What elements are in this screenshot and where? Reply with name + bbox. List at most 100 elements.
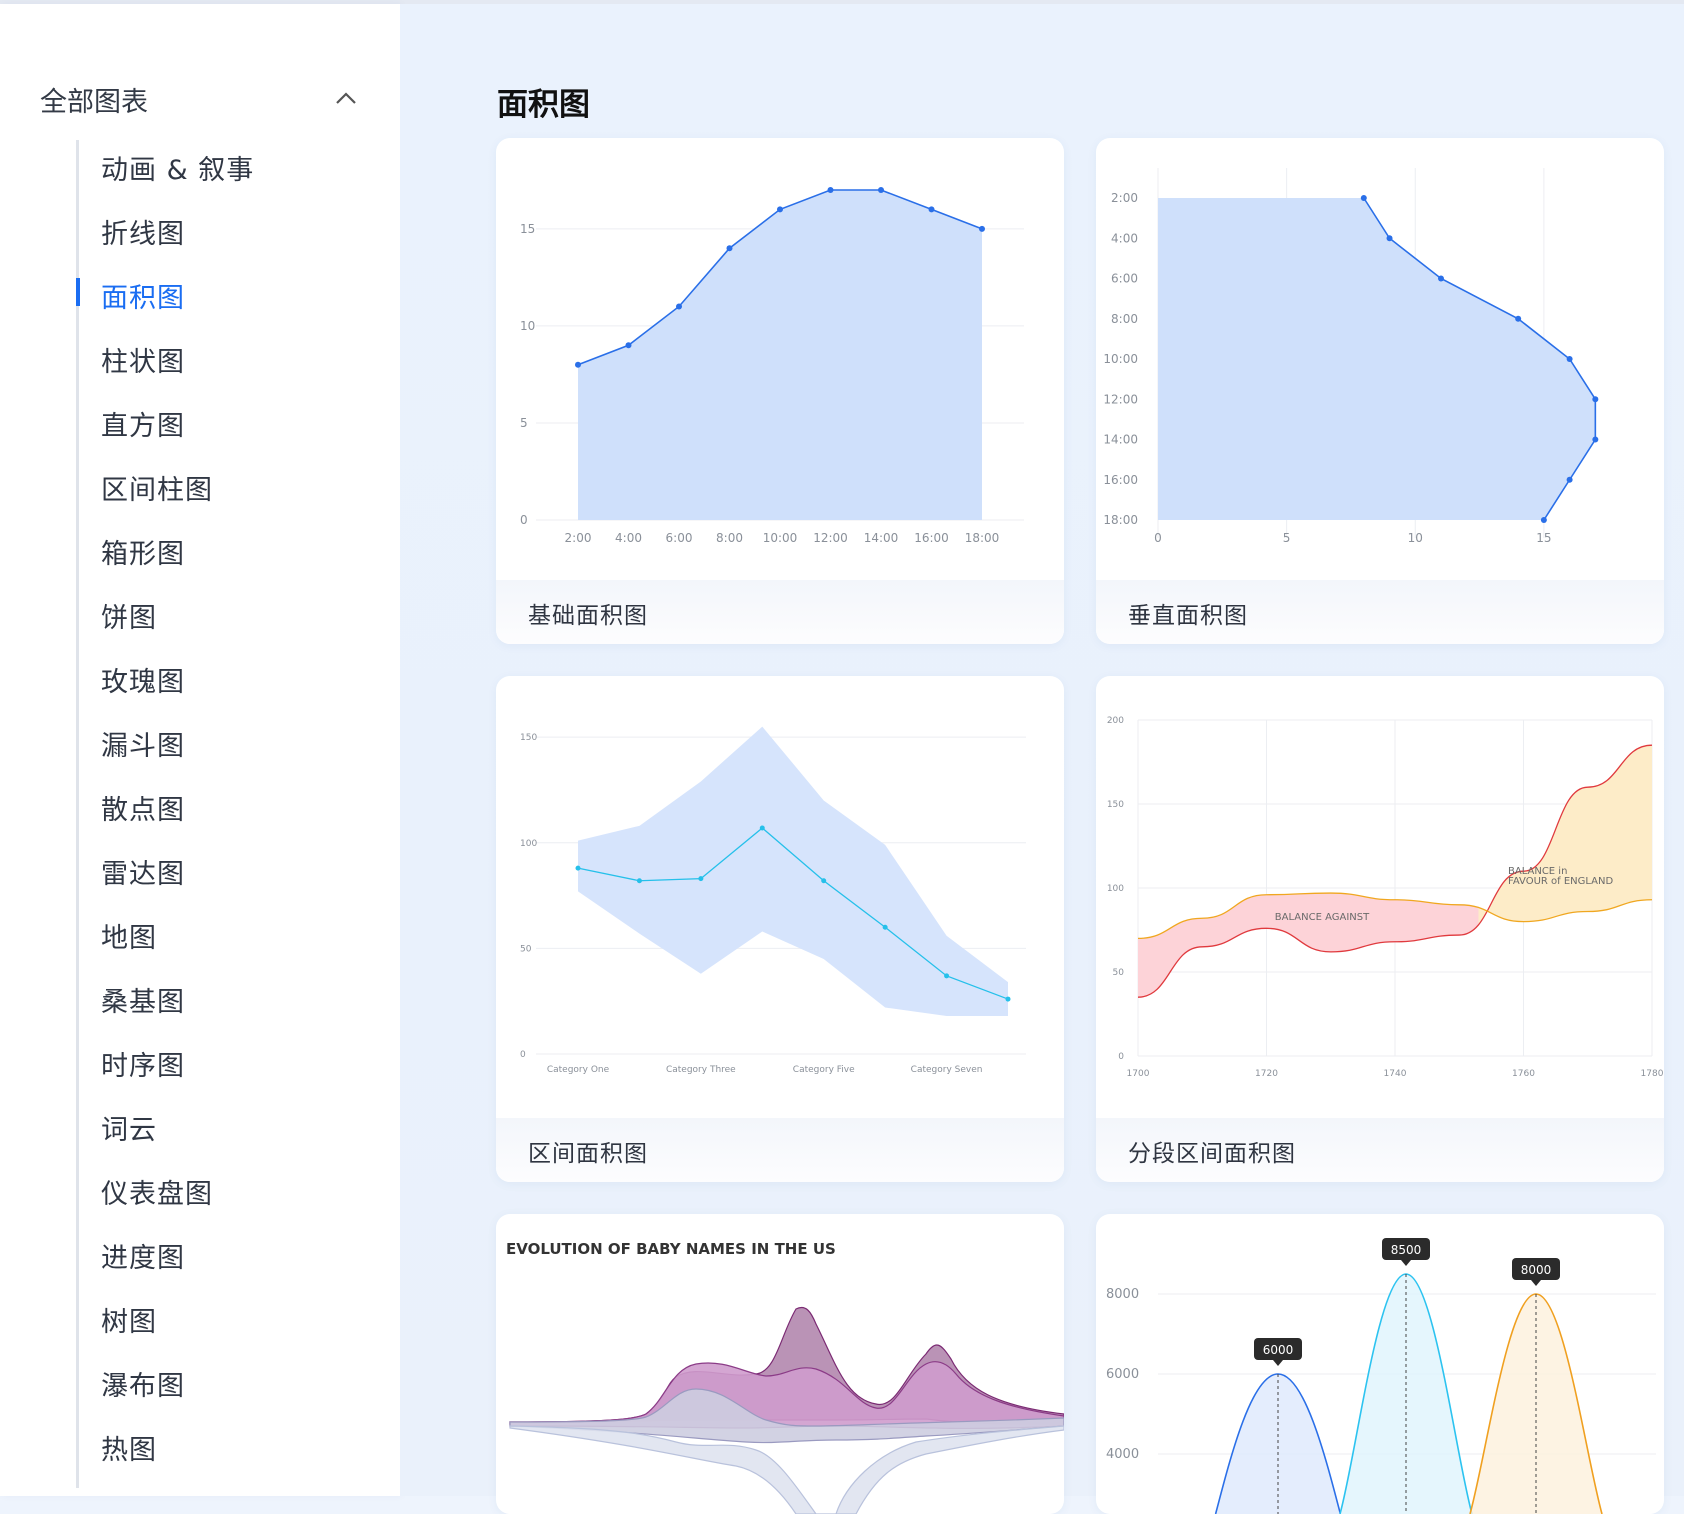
sidebar-item-19[interactable]: 瀑布图 xyxy=(79,1356,379,1406)
card-caption: 基础面积图 xyxy=(496,580,1064,644)
card-caption-text: 垂直面积图 xyxy=(1128,603,1248,629)
y-tick-label: 8:00 xyxy=(1111,312,1138,326)
card-segmented-range-area[interactable]: 0 50 100 150 200 1700 1720 1740 1760 1780 BALANCE … xyxy=(1096,676,1664,1182)
sidebar-item-label: 直方图 xyxy=(101,411,185,442)
data-point xyxy=(1515,315,1522,322)
sidebar-item-9[interactable]: 漏斗图 xyxy=(79,716,379,766)
sidebar-item-label: 面积图 xyxy=(101,283,185,314)
sidebar-item-label: 时序图 xyxy=(101,1051,185,1082)
card-vertical-area[interactable]: 0 5 10 15 2:00 4:00 6:00 8:00 10:00 12:00 14:00 16:… xyxy=(1096,138,1664,644)
data-point xyxy=(821,878,827,884)
card-range-area[interactable]: 0 50 100 150 Category One Category Three Categ… xyxy=(496,676,1064,1182)
sidebar-item-12[interactable]: 地图 xyxy=(79,908,379,958)
data-point xyxy=(1566,356,1573,362)
x-tick-label: 12:00 xyxy=(813,531,848,545)
y-tick-label: 15 xyxy=(520,222,535,236)
card-caption-text: 区间面积图 xyxy=(528,1141,648,1167)
data-point xyxy=(928,206,935,213)
sidebar-item-10[interactable]: 散点图 xyxy=(79,780,379,830)
sidebar-item-14[interactable]: 时序图 xyxy=(79,1036,379,1086)
vertical-area-chart: 0 5 10 15 2:00 4:00 6:00 8:00 10:00 12:00 14:00 16:… xyxy=(1103,168,1599,545)
card-streamgraph[interactable]: EVOLUTION OF BABY NAMES IN THE US xyxy=(496,1214,1064,1514)
x-tick-label: 5 xyxy=(1283,531,1291,545)
sidebar-item-0[interactable]: 动画 & 叙事 xyxy=(79,140,379,190)
sidebar-item-3[interactable]: 柱状图 xyxy=(79,332,379,382)
sidebar: 全部图表 动画 & 叙事 折线图面积图柱状图直方图区间柱图箱形图饼图玫瑰图漏斗图散… xyxy=(0,4,400,1496)
data-point xyxy=(676,303,682,310)
stream-layer xyxy=(509,1361,1064,1429)
y-tick-label: 16:00 xyxy=(1103,473,1138,487)
sidebar-item-label: 漏斗图 xyxy=(101,731,185,762)
sidebar-item-4[interactable]: 直方图 xyxy=(79,396,379,446)
x-tick-label: 15 xyxy=(1536,531,1551,545)
x-tick-label: 1760 xyxy=(1512,1069,1535,1079)
x-tick-label: 1780 xyxy=(1641,1069,1664,1079)
x-tick-label: 2:00 xyxy=(565,531,592,545)
sidebar-item-8[interactable]: 玫瑰图 xyxy=(79,652,379,702)
sidebar-item-label: 桑基图 xyxy=(101,987,185,1018)
area-fill xyxy=(1158,198,1596,520)
tooltip-arrow xyxy=(1273,1360,1283,1366)
card-peaks-area[interactable]: 4000 6000 8000 6000 8500 8000 xyxy=(1096,1214,1664,1514)
y-tick-label: 6:00 xyxy=(1111,272,1138,286)
y-tick-label: 0 xyxy=(520,513,528,527)
x-tick-label: Category Three xyxy=(666,1065,736,1075)
x-tick-label: 10:00 xyxy=(763,531,798,545)
sidebar-header-all-charts[interactable]: 全部图表 xyxy=(40,76,360,120)
y-tick-label: 12:00 xyxy=(1103,392,1138,406)
y-tick-label: 0 xyxy=(1118,1052,1124,1062)
data-point xyxy=(979,225,985,232)
data-point xyxy=(944,973,950,979)
data-point xyxy=(1592,396,1599,403)
x-tick-label: 18:00 xyxy=(965,531,1000,545)
data-point xyxy=(1386,235,1393,242)
sidebar-item-18[interactable]: 树图 xyxy=(79,1292,379,1342)
peaks-area-chart: 4000 6000 8000 6000 8500 8000 xyxy=(1106,1238,1656,1514)
sidebar-item-label: 词云 xyxy=(101,1115,157,1146)
data-point xyxy=(878,187,884,193)
y-tick-label: 6000 xyxy=(1106,1367,1139,1382)
data-point xyxy=(882,924,888,930)
sidebar-item-label: 动画 & 叙事 xyxy=(101,155,255,186)
sidebar-item-1[interactable]: 折线图 xyxy=(79,204,379,254)
y-tick-label: 150 xyxy=(1107,800,1124,810)
card-caption-text: 基础面积图 xyxy=(528,603,648,629)
sidebar-list: 动画 & 叙事 折线图面积图柱状图直方图区间柱图箱形图饼图玫瑰图漏斗图散点图雷达图… xyxy=(76,140,389,1488)
data-point xyxy=(1592,436,1599,443)
data-point xyxy=(759,825,765,831)
sidebar-item-label: 散点图 xyxy=(101,795,185,826)
y-tick-label: 100 xyxy=(1107,884,1124,894)
y-tick-label: 14:00 xyxy=(1103,433,1138,447)
card-basic-area[interactable]: 0 5 10 15 2:00 4:00 6:00 8:00 10:00 12:00 14:00 16:… xyxy=(496,138,1064,644)
sidebar-item-7[interactable]: 饼图 xyxy=(79,588,379,638)
y-tick-label: 50 xyxy=(1113,968,1125,978)
y-tick-label: 4:00 xyxy=(1111,231,1138,245)
sidebar-item-20[interactable]: 热图 xyxy=(79,1420,379,1470)
y-tick-label: 200 xyxy=(1107,716,1124,726)
y-tick-label: 0 xyxy=(520,1050,526,1060)
y-tick-label: 10 xyxy=(520,319,535,333)
x-tick-label: Category One xyxy=(547,1065,610,1075)
chevron-up-icon[interactable] xyxy=(332,84,360,112)
peak-label: 6000 xyxy=(1263,1343,1294,1357)
sidebar-item-17[interactable]: 进度图 xyxy=(79,1228,379,1278)
x-tick-label: 14:00 xyxy=(864,531,899,545)
sidebar-item-label: 折线图 xyxy=(101,219,185,250)
card-caption: 区间面积图 xyxy=(496,1118,1064,1182)
sidebar-item-16[interactable]: 仪表盘图 xyxy=(79,1164,379,1214)
y-tick-label: 100 xyxy=(520,839,537,849)
segmented-range-area-chart: 0 50 100 150 200 1700 1720 1740 1760 1780 BALANCE … xyxy=(1107,716,1664,1079)
sidebar-item-2[interactable]: 面积图 xyxy=(76,268,379,318)
sidebar-item-13[interactable]: 桑基图 xyxy=(79,972,379,1022)
sidebar-item-5[interactable]: 区间柱图 xyxy=(79,460,379,510)
sidebar-item-15[interactable]: 词云 xyxy=(79,1100,379,1150)
sidebar-item-11[interactable]: 雷达图 xyxy=(79,844,379,894)
data-point xyxy=(1437,275,1444,282)
sidebar-item-6[interactable]: 箱形图 xyxy=(79,524,379,574)
streamgraph-chart: EVOLUTION OF BABY NAMES IN THE US xyxy=(506,1240,1064,1514)
tooltip-arrow xyxy=(1401,1260,1411,1266)
x-tick-label: 16:00 xyxy=(914,531,949,545)
sidebar-item-label: 区间柱图 xyxy=(101,475,213,506)
data-point xyxy=(1540,517,1547,523)
card-caption: 垂直面积图 xyxy=(1096,580,1664,644)
